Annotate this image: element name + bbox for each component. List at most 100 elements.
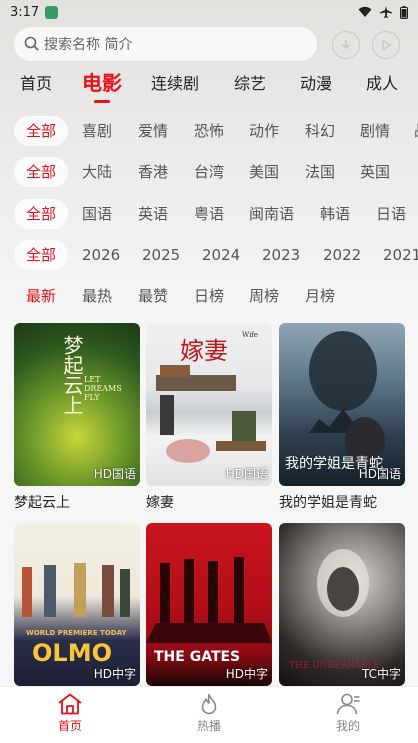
tab-anime[interactable]: 动漫: [300, 70, 332, 94]
movie-title: 嫁妻: [146, 495, 174, 511]
year-chip[interactable]: 2024: [202, 240, 240, 270]
play-icon: [382, 39, 392, 51]
bottom-tab-label: 我的: [335, 719, 360, 733]
status-icons: [358, 5, 408, 19]
play-history-button[interactable]: [372, 31, 400, 59]
search-input[interactable]: 搜索名称 简介: [14, 27, 317, 61]
genre-chip[interactable]: 科幻: [305, 116, 335, 146]
genre-chip[interactable]: 全部: [14, 116, 69, 146]
language-chip[interactable]: 英语: [138, 199, 168, 229]
app-notification-icon: [45, 5, 59, 19]
bottom-tab-label: 首页: [57, 719, 82, 733]
quality-badge: HD国语: [225, 467, 268, 481]
region-chip[interactable]: 英国: [360, 157, 390, 187]
quality-badge: TC中字: [361, 667, 401, 681]
search-row: 搜索名称 简介: [14, 27, 414, 61]
status-time: 3:17: [10, 4, 40, 20]
tab-variety[interactable]: 综艺: [234, 70, 266, 94]
language-filter-row: 全部 国语 英语 粤语 闽南语 韩语 日语: [0, 199, 418, 229]
airplane-icon: [380, 6, 392, 18]
tab-movies[interactable]: 电影: [82, 67, 122, 96]
region-filter-row: 全部 大陆 香港 台湾 美国 法国 英国: [0, 157, 418, 187]
fire-icon: [201, 693, 217, 715]
language-chip[interactable]: 闽南语: [249, 199, 294, 229]
bottom-tab-home[interactable]: 首页: [40, 693, 100, 734]
sort-chip[interactable]: 最新: [26, 281, 56, 311]
download-button[interactable]: [332, 31, 360, 59]
sort-chip[interactable]: 月榜: [305, 281, 335, 311]
tab-home[interactable]: 首页: [20, 70, 52, 94]
language-chip[interactable]: 日语: [376, 199, 406, 229]
region-chip[interactable]: 美国: [249, 157, 279, 187]
sort-chip[interactable]: 周榜: [249, 281, 279, 311]
region-chip[interactable]: 大陆: [82, 157, 112, 187]
quality-badge: HD中字: [225, 667, 268, 681]
language-chip[interactable]: 国语: [82, 199, 112, 229]
movie-card[interactable]: THE GATES HD中字: [146, 523, 272, 692]
bottom-tab-label: 热播: [196, 719, 221, 733]
battery-icon: [400, 5, 408, 19]
sort-chip[interactable]: 日榜: [194, 281, 224, 311]
genre-filter-row: 全部 喜剧 爱情 恐怖 动作 科幻 剧情 战: [0, 116, 418, 146]
movie-poster: 我的学姐是青蛇 HD国语: [279, 323, 405, 486]
tab-series[interactable]: 连续剧: [151, 70, 199, 94]
region-chip[interactable]: 台湾: [194, 157, 224, 187]
movie-card[interactable]: 嫁妻 Wife HD国语 嫁妻: [146, 323, 272, 512]
tab-adult[interactable]: 成人: [366, 70, 398, 94]
genre-chip[interactable]: 战: [414, 116, 418, 146]
category-nav: 首页 电影 连续剧 综艺 动漫 成人: [0, 70, 418, 106]
region-chip[interactable]: 香港: [138, 157, 168, 187]
user-icon: [336, 693, 360, 715]
genre-chip[interactable]: 爱情: [138, 116, 168, 146]
sort-filter-row: 最新 最热 最赞 日榜 周榜 月榜: [0, 281, 418, 311]
bottom-tab-profile[interactable]: 我的: [318, 693, 378, 734]
poster-title: THE GATES: [154, 649, 241, 665]
year-chip[interactable]: 2026: [82, 240, 120, 270]
genre-chip[interactable]: 喜剧: [82, 116, 112, 146]
download-icon: [341, 40, 351, 50]
bottom-tab-hot[interactable]: 热播: [179, 693, 239, 734]
year-chip[interactable]: 2021: [383, 240, 418, 270]
year-chip[interactable]: 2025: [142, 240, 180, 270]
movie-poster: THE GATES HD中字: [146, 523, 272, 686]
active-tab-indicator: [94, 100, 110, 103]
genre-chip[interactable]: 恐怖: [194, 116, 224, 146]
search-icon: [24, 36, 39, 51]
poster-subtitle: LET DREAMS FLY: [84, 375, 122, 402]
search-placeholder: 搜索名称 简介: [44, 37, 133, 53]
poster-title: OLMO: [32, 639, 112, 667]
movie-poster: 梦起云上 LET DREAMS FLY HD国语: [14, 323, 140, 486]
sort-chip[interactable]: 最赞: [138, 281, 168, 311]
movie-card[interactable]: THE UNBEARABLE TC中字: [279, 523, 405, 692]
language-chip[interactable]: 全部: [14, 199, 69, 229]
sort-chip[interactable]: 最热: [82, 281, 112, 311]
region-chip[interactable]: 法国: [305, 157, 335, 187]
language-chip[interactable]: 韩语: [320, 199, 350, 229]
poster-subtitle: WORLD PREMIERE TODAY: [26, 629, 127, 637]
language-chip[interactable]: 粤语: [194, 199, 224, 229]
movie-poster: THE UNBEARABLE TC中字: [279, 523, 405, 686]
quality-badge: HD国语: [358, 467, 401, 481]
quality-badge: HD中字: [93, 667, 136, 681]
year-chip[interactable]: 2022: [323, 240, 361, 270]
region-chip[interactable]: 全部: [14, 157, 69, 187]
movie-title: 梦起云上: [14, 495, 70, 511]
genre-chip[interactable]: 剧情: [360, 116, 390, 146]
genre-chip[interactable]: 动作: [249, 116, 279, 146]
status-bar: 3:17: [0, 0, 418, 24]
movie-card[interactable]: 梦起云上 LET DREAMS FLY HD国语 梦起云上: [14, 323, 140, 512]
poster-illustration: [156, 365, 266, 463]
year-chip[interactable]: 2023: [262, 240, 300, 270]
movie-card[interactable]: 我的学姐是青蛇 HD国语 我的学姐是青蛇: [279, 323, 405, 512]
movie-poster: WORLD PREMIERE TODAY OLMO HD中字: [14, 523, 140, 686]
movie-title: 我的学姐是青蛇: [279, 495, 377, 511]
home-icon: [58, 693, 82, 715]
movie-card[interactable]: WORLD PREMIERE TODAY OLMO HD中字: [14, 523, 140, 692]
bottom-tab-bar: 首页 热播 我的: [0, 686, 418, 743]
year-chip[interactable]: 全部: [14, 240, 69, 270]
poster-title: 梦起云上: [60, 335, 84, 415]
year-filter-row: 全部 2026 2025 2024 2023 2022 2021: [0, 240, 418, 270]
movie-poster: 嫁妻 Wife HD国语: [146, 323, 272, 486]
wifi-icon: [358, 6, 372, 17]
quality-badge: HD国语: [93, 467, 136, 481]
